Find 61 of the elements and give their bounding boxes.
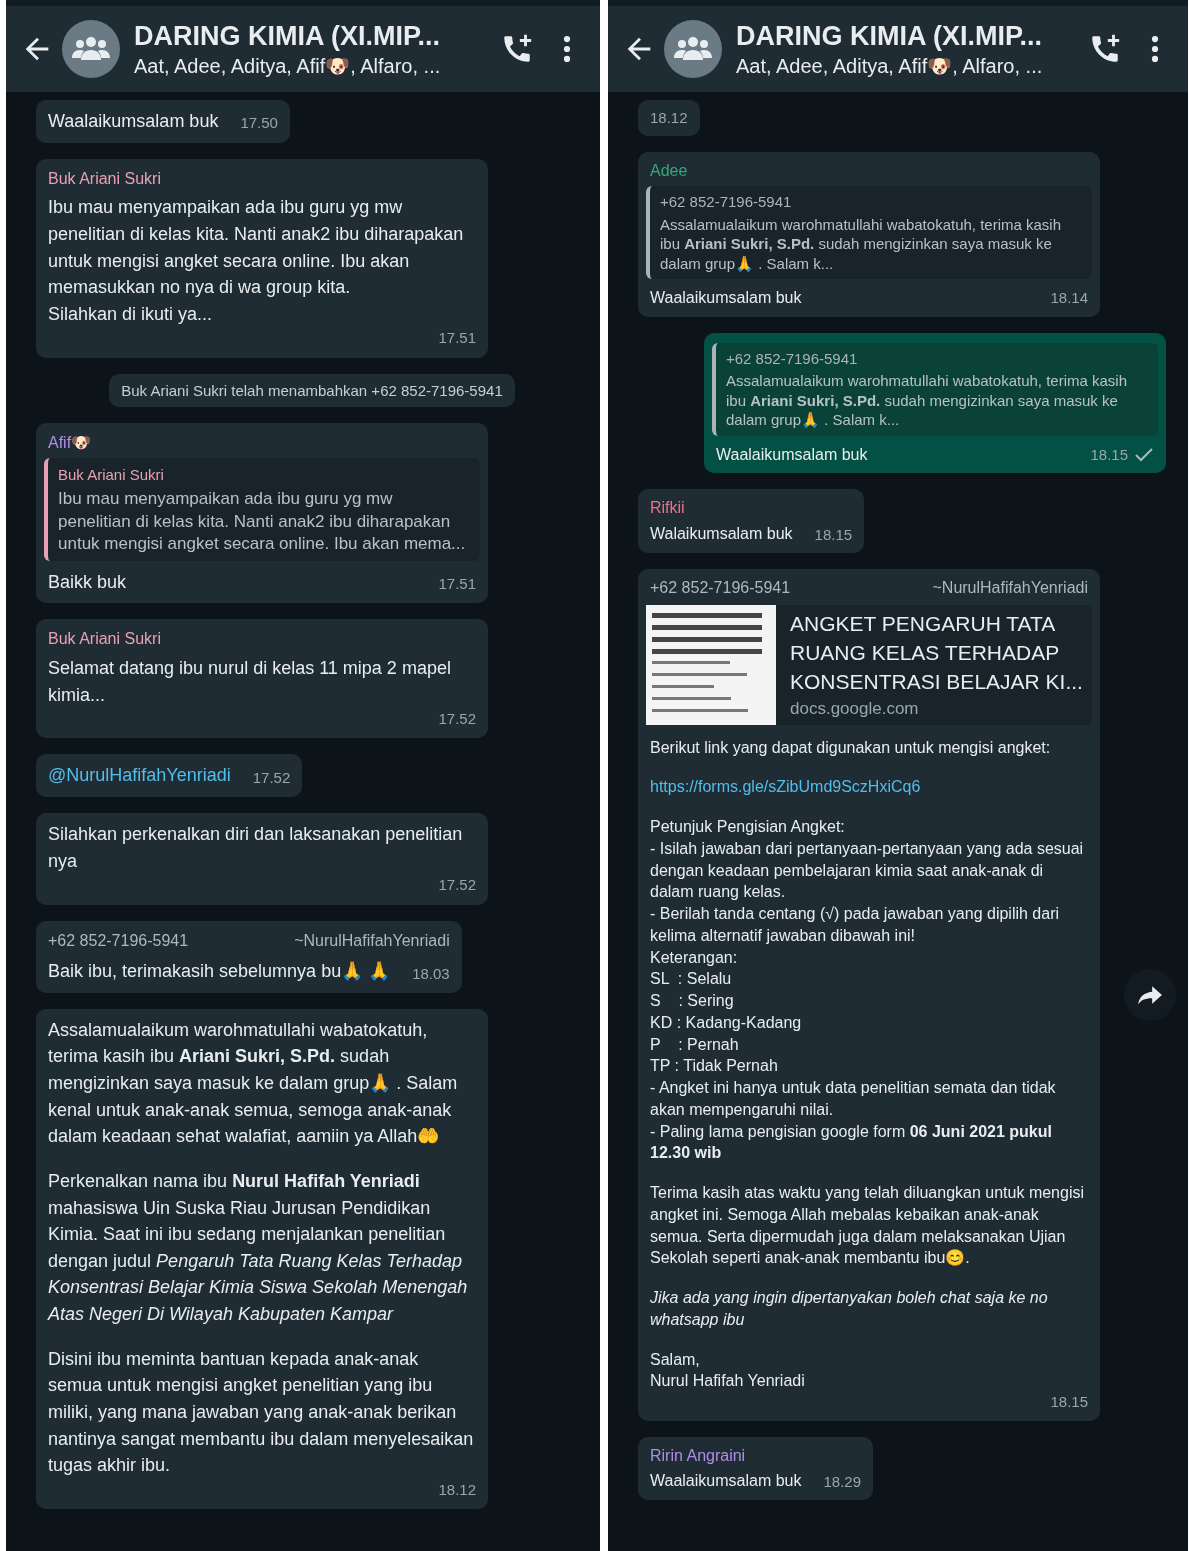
group-members: Aat, Adee, Aditya, Afif🐶, Alfaro, ... <box>736 53 1043 78</box>
message-time: 17.52 <box>438 875 476 896</box>
message-text: Ibu mau menyampaikan ada ibu guru yg mw penelitian di kelas kita. Nanti anak2 ibu diharapakan untuk mengisi angket secara online. Ibu akan memasukkan no nya di wa group kita. Silahkan di ikuti ya... <box>48 196 465 326</box>
sender-name: Afif🐶 <box>48 432 93 453</box>
message-text: Salam, Nurul Hafifah Yenriadi <box>650 1349 806 1392</box>
message-text: Baik ibu, terimakasih sebelumnya bu🙏 🙏 <box>48 960 391 984</box>
message-time: 18.15 <box>814 524 853 545</box>
quote-text: Ibu mau menyampaikan ada ibu guru yg mw penelitian di kelas kita. Nanti anak2 ibu diharapakan untuk mengisi angket secara online. Ibu akan mema... <box>58 488 467 555</box>
quote-author: Buk Ariani Sukri <box>58 465 165 486</box>
message-time: 18.12 <box>438 1479 476 1500</box>
message-time: 17.51 <box>438 328 476 349</box>
message-time: 18.12 <box>650 108 688 128</box>
quoted-message[interactable]: +62 852-7196-5941 Assalamualaikum warohmatullahi wabatokatuh, terima kasih ibu Ariani Sukri, S.Pd. sudah mengizinkan saya masuk ke dalam grup🙏 . Salam k... <box>646 186 1092 280</box>
message-text: Disini ibu meminta bantuan kepada anak-anak semua untuk mengisi angket penelitian yang ibu miliki, yang mana jawaban yang anak-anak berikan nantinya sangat membantu ibu dalam menyelesaikan tugas akhir ibu. <box>48 1347 475 1478</box>
preview-title: ANGKET PENGARUH TATA RUANG KELAS TERHADAP KONSENTRASI BELAJAR KI... <box>790 610 1084 695</box>
sender-pushname: ~NurulHafifahYenriadi <box>932 577 1088 598</box>
quoted-message[interactable]: +62 852-7196-5941 Assalamualaikum warohmatullahi wabatokatuh, terima kasih ibu Ariani Sukri, S.Pd. sudah mengizinkan saya masuk ke dalam grup🙏 . Salam k... <box>712 342 1158 436</box>
message-link[interactable]: @NurulHafifahYenriadi <box>48 762 231 790</box>
message-time: 17.52 <box>438 709 476 730</box>
message-text: Selamat datang ibu nurul di kelas 11 mipa 2 mapel kimia... <box>48 657 452 707</box>
message-time: 18.14 <box>1050 288 1088 309</box>
sender-name: Rifkii <box>650 498 686 519</box>
sender-phone: +62 852-7196-5941 <box>48 930 189 951</box>
link-preview[interactable]: ANGKET PENGARUH TATA RUANG KELAS TERHADAP KONSENTRASI BELAJAR KI... docs.google.com <box>646 604 1092 725</box>
preview-domain: docs.google.com <box>790 697 920 720</box>
message-time: 18.15 <box>1050 1392 1088 1413</box>
message-text: Assalamualaikum warohmatullahi wabatokatuh, terima kasih ibu Ariani Sukri, S.Pd. sudah mengizinkan saya masuk ke dalam grup🙏 . Salam kenal untuk anak-anak semua, semoga anak-anak dalam keadaan sehat walafiat, aamiin ya Allah🤲 <box>48 1018 459 1149</box>
message-text: Silahkan perkenalkan diri dan laksanakan penelitian nya <box>48 823 464 873</box>
quote-author: +62 852-7196-5941 <box>726 348 859 369</box>
quote-author: +62 852-7196-5941 <box>660 192 793 213</box>
group-members: Aat, Adee, Aditya, Afif🐶, Alfaro, ... <box>134 53 441 78</box>
sender-phone: +62 852-7196-5941 <box>650 577 791 598</box>
message-text: Waalaikumsalam buk <box>650 288 802 309</box>
message-text: Waalaikumsalam buk <box>650 1471 802 1492</box>
quote-text: Assalamualaikum warohmatullahi wabatokatuh, terima kasih ibu Ariani Sukri, S.Pd. sudah mengizinkan saya masuk ke dalam grup🙏 . Salam k... <box>660 214 1063 274</box>
message-text: Walaikumsalam buk <box>650 524 793 545</box>
message-link[interactable]: https://forms.gle/sZibUmd9SczHxiCq6 <box>650 776 1088 799</box>
sender-name: Adee <box>650 161 689 182</box>
group-title[interactable]: DARING KIMIA (XI.MIP... <box>736 20 1043 52</box>
system-message: Buk Ariani Sukri telah menambahkan +62 852-7196-5941 <box>109 373 515 407</box>
sender-name: Buk Ariani Sukri <box>48 168 162 189</box>
message-text: Waalaikumsalam buk <box>716 444 868 465</box>
message-time: 17.52 <box>252 767 291 788</box>
message-time: 17.51 <box>438 574 476 595</box>
message-text: Waalaikumsalam buk <box>48 110 219 133</box>
message-text: Terima kasih atas waktu yang telah diluangkan untuk mengisi angket ini. Semoga Allah mebalas kebaikan anak-anak semua. Serta dipermudah juga dalam melaksanakan Ujian Sekolah seperti anak-anak membantu ibu😊. <box>650 1183 1086 1269</box>
message-text: Petunjuk Pengisian Angket: - Isilah jawaban dari pertanyaan-pertanyaan yang ada sesuai dengan keadaan pembelajaran kimia saat anak-anak di dalam ruang kelas. - Berilah tanda centang (√) pada jawaban yang dipilih dari kelima alternatif jawaban dibawah ini! Keterangan: SL : Selalu S : Sering KD : Kadang-Kadang P : Pernah TP : Tidak Pernah - Angket ini hanya untuk data penelitian semata dan tidak akan mempengaruhi nilai. - Paling lama pengisian google form 06 Juni 2021 pukul 12.30 wib <box>650 817 1085 1164</box>
quoted-message[interactable]: Buk Ariani Sukri Ibu mau menyampaikan ada ibu guru yg mw penelitian di kelas kita. Nanti anak2 ibu diharapakan untuk mengisi angket secara online. Ibu akan mema... <box>44 458 480 561</box>
message-time: 18.15 <box>1090 445 1128 466</box>
group-title[interactable]: DARING KIMIA (XI.MIP... <box>134 20 441 52</box>
message-text: Perkenalkan nama ibu Nurul Hafifah Yenriadi mahasiswa Uin Suska Riau Jurusan Pendidikan Kimia. Saat ini ibu sedang menjalankan penelitian dengan judul Pengaruh Tata Ruang Kelas Terhadap Konsentrasi Belajar Kimia Siswa Sekolah Menengah Atas Negeri Di Wilayah Kabupaten Kampar <box>48 1169 469 1327</box>
message-text: Jika ada yang ingin dipertanyakan boleh chat saja ke no whatsapp ibu <box>650 1288 1049 1330</box>
message-time: 18.03 <box>412 963 450 984</box>
quote-text: Assalamualaikum warohmatullahi wabatokatuh, terima kasih ibu Ariani Sukri, S.Pd. sudah mengizinkan saya masuk ke dalam grup🙏 . Salam k... <box>726 371 1129 430</box>
sender-pushname: ~NurulHafifahYenriadi <box>294 930 450 951</box>
message-time: 17.50 <box>240 113 278 134</box>
sender-name: Ririn Angraini <box>650 1445 747 1466</box>
message-time: 18.29 <box>823 1471 861 1492</box>
message-text: Berikut link yang dapat digunakan untuk mengisi angket: <box>650 737 1052 758</box>
sender-name: Buk Ariani Sukri <box>48 629 162 650</box>
message-text: Baikk buk <box>48 570 127 594</box>
